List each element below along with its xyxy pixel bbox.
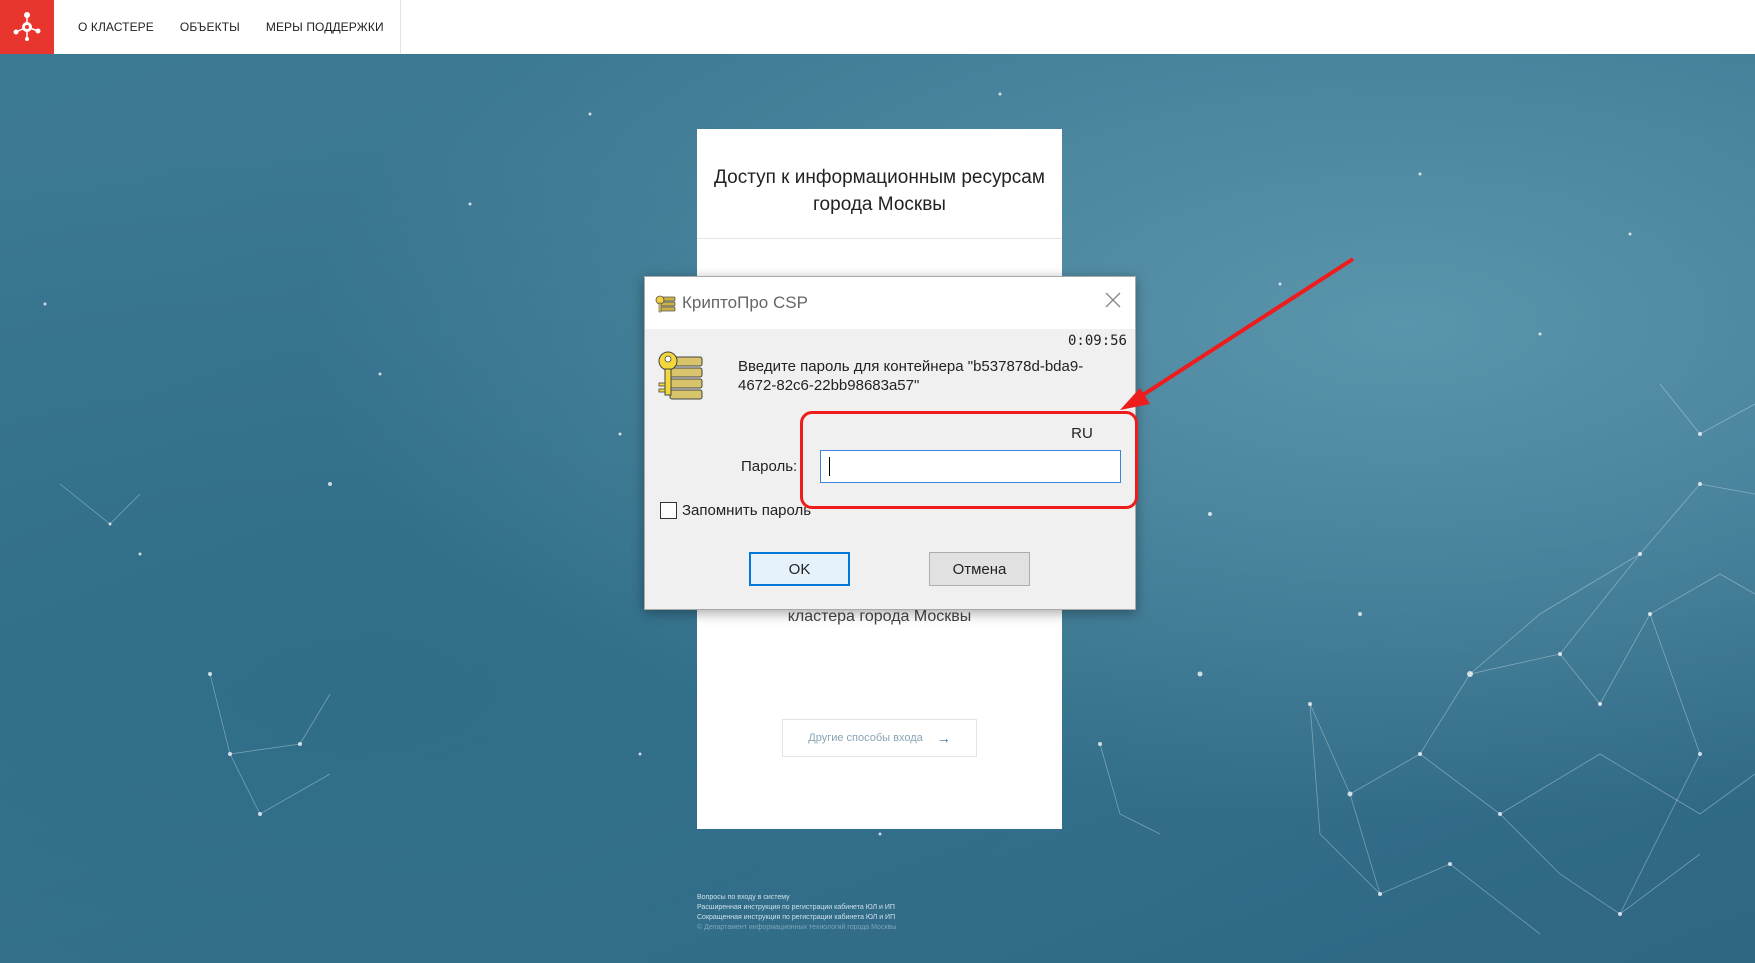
footer-links: Вопросы по входу в систему Расширенная и… [697,893,997,933]
nav-item-objects[interactable]: ОБЪЕКТЫ [180,20,240,34]
cancel-button[interactable]: Отмена [929,552,1030,586]
footer-link-login-questions[interactable]: Вопросы по входу в систему [697,893,997,903]
remember-password-label: Запомнить пароль [682,502,812,519]
arrow-right-icon: → [936,730,951,746]
other-login-methods-button[interactable]: Другие способы входа → [782,719,977,757]
login-card-title: Доступ к информационным ресурсам города … [697,164,1062,218]
footer-link-extended-instructions[interactable]: Расширенная инструкция по регистрации ка… [697,903,997,913]
main-nav: О КЛАСТЕРЕ ОБЪЕКТЫ МЕРЫ ПОДДЕРЖКИ [54,0,401,54]
remember-password-checkbox[interactable]: Запомнить пароль [660,502,811,519]
login-card-subtitle: кластера города Москвы [787,608,972,625]
checkbox-box[interactable] [660,502,677,519]
countdown-timer: 0:09:56 [1067,333,1127,349]
dialog-title: КриптоПро CSP [682,293,808,312]
login-card-title-line2: города Москвы [813,194,946,215]
card-divider [697,238,1062,239]
ok-button[interactable]: OK [749,552,850,586]
cluster-logo[interactable] [0,0,54,54]
nav-item-support-measures[interactable]: МЕРЫ ПОДДЕРЖКИ [266,20,384,34]
network-logo-icon [13,12,41,41]
footer-link-short-instructions[interactable]: Сокращенная инструкция по регистрации ка… [697,913,997,923]
nav-item-about-cluster[interactable]: О КЛАСТЕРЕ [78,20,154,34]
login-card-title-line1: Доступ к информационным ресурсам [714,167,1045,188]
password-label: Пароль: [741,458,798,475]
close-icon[interactable] [1100,289,1126,315]
top-navbar: О КЛАСТЕРЕ ОБЪЕКТЫ МЕРЫ ПОДДЕРЖКИ [0,0,1755,54]
footer-copyright: © Департамент информационных технологий … [697,924,897,931]
password-prompt-line2: 4672-82c6-22bb98683a57" [738,377,920,394]
cryptopro-app-icon [655,293,677,320]
password-prompt: Введите пароль для контейнера "b537878d-… [738,357,1118,395]
annotation-highlight-box [800,411,1138,509]
key-container-icon [656,347,706,412]
password-prompt-line1: Введите пароль для контейнера "b537878d-… [738,358,1084,375]
other-login-methods-label: Другие способы входа [808,732,923,744]
